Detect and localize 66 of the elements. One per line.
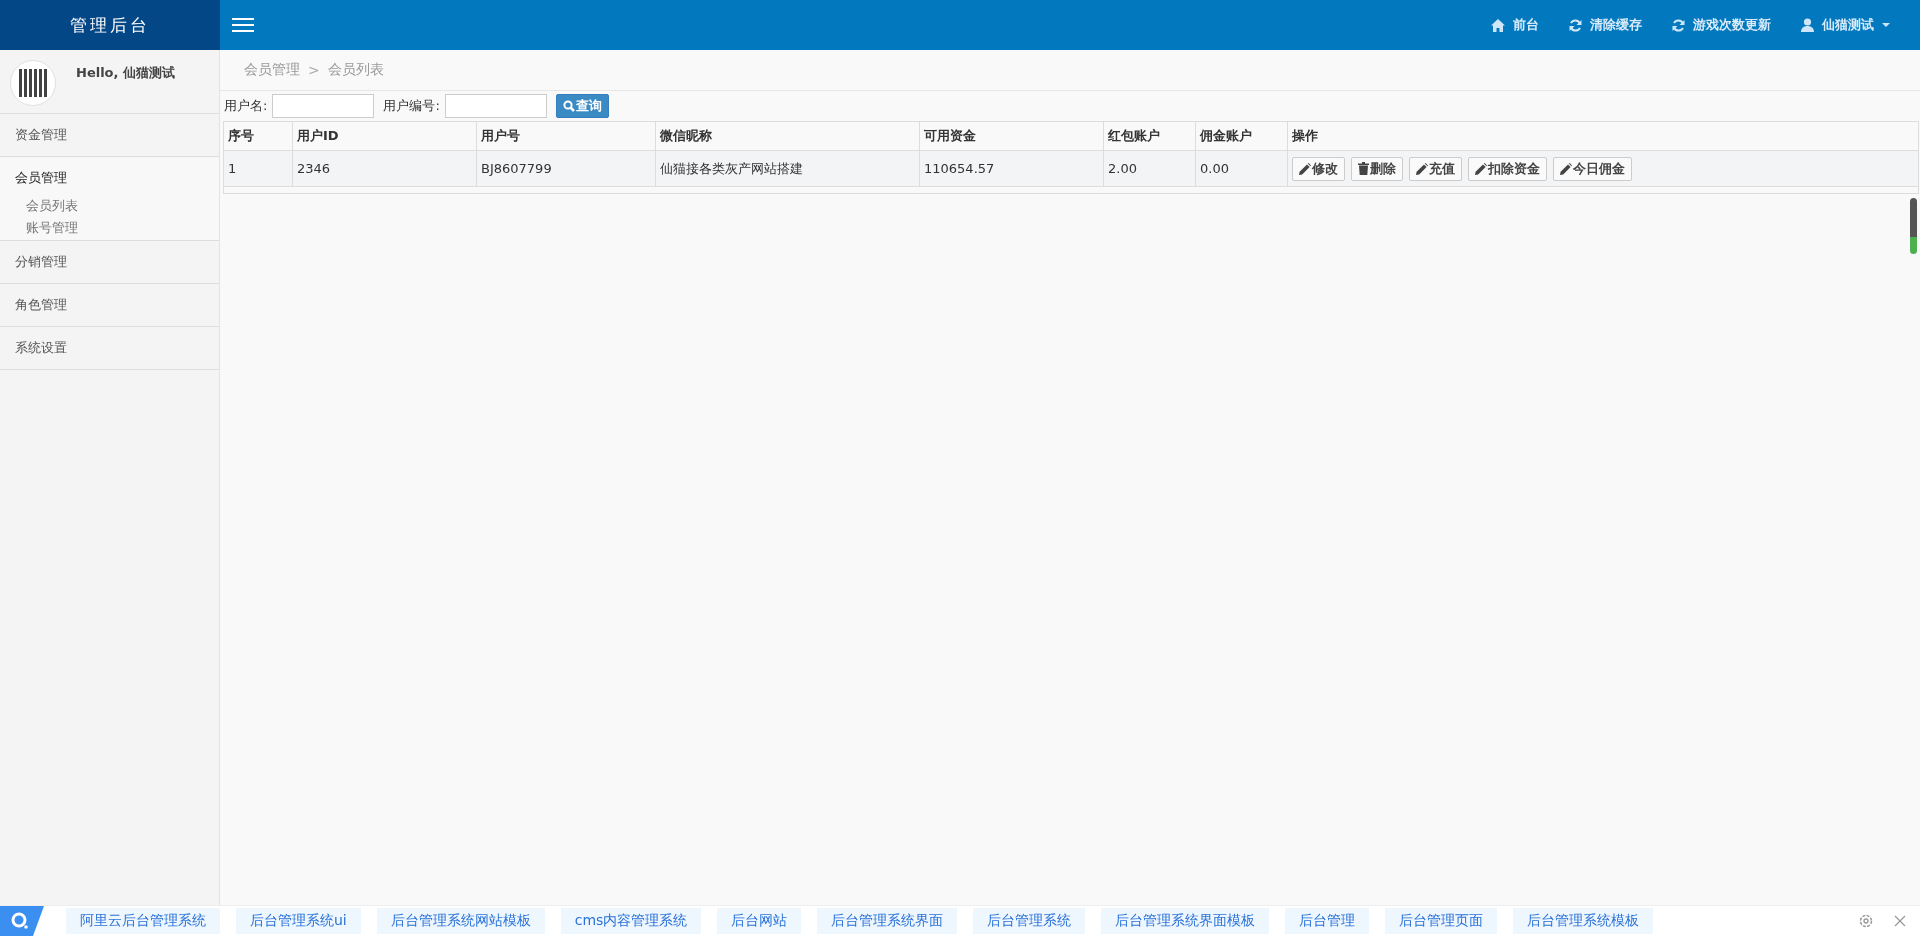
user-icon — [1801, 18, 1814, 32]
top-nav-link[interactable]: 游戏次数更新 — [1672, 16, 1771, 34]
breadcrumb-link[interactable]: 会员管理 — [244, 61, 300, 79]
suggestion-tag[interactable]: 后台管理 — [1285, 908, 1370, 934]
table-cell: 2.00 — [1103, 150, 1196, 187]
sidebar-item[interactable]: 会员管理 — [0, 157, 219, 195]
column-header: 微信昵称 — [655, 121, 920, 151]
suggestion-tag[interactable]: 后台管理系统界面模板 — [1101, 908, 1270, 934]
column-header: 可用资金 — [919, 121, 1104, 151]
suggestion-tag[interactable]: 阿里云后台管理系统 — [66, 908, 220, 934]
top-nav-link[interactable]: 前台 — [1491, 16, 1539, 34]
suggestion-tag[interactable]: 后台管理系统ui — [236, 908, 361, 934]
home-icon — [1491, 18, 1505, 32]
table-cell: 仙猫接各类灰产网站搭建 — [655, 150, 920, 187]
suggestion-tag[interactable]: cms内容管理系统 — [560, 908, 702, 934]
action-button[interactable]: 今日佣金 — [1553, 156, 1632, 181]
search-icon — [562, 100, 575, 112]
pencil-icon — [1560, 162, 1572, 175]
table-cell: 2346 — [292, 150, 477, 187]
suggestion-tag[interactable]: 后台管理系统网站模板 — [376, 908, 545, 934]
breadcrumb-separator: > — [308, 62, 320, 78]
close-icon[interactable] — [1894, 915, 1906, 927]
top-nav-link[interactable]: 清除缓存 — [1569, 16, 1642, 34]
column-header: 佣金账户 — [1195, 121, 1288, 151]
breadcrumb-link[interactable]: 会员列表 — [327, 61, 384, 79]
column-header: 序号 — [223, 121, 293, 151]
table-cell: 1 — [223, 150, 293, 187]
filter-label: 用户名: — [224, 97, 268, 115]
table-cell: BJ8607799 — [476, 150, 656, 187]
action-button[interactable]: 扣除资金 — [1468, 156, 1547, 181]
table-cell: 0.00 — [1195, 150, 1288, 187]
pencil-icon — [1416, 162, 1428, 175]
suggestion-tag[interactable]: 后台管理系统界面 — [817, 908, 958, 934]
suggestion-tag[interactable]: 后台网站 — [717, 908, 802, 934]
trash-icon — [1358, 162, 1369, 175]
column-header: 操作 — [1287, 121, 1919, 151]
column-header: 用户ID — [292, 121, 477, 151]
caret-icon — [1882, 23, 1890, 27]
greeting: Hello, 仙猫测试 — [76, 64, 175, 82]
suggestion-tag[interactable]: 后台管理页面 — [1385, 908, 1498, 934]
action-button[interactable]: 删除 — [1351, 156, 1403, 181]
refresh-icon — [1672, 18, 1685, 32]
action-button[interactable]: 修改 — [1292, 156, 1345, 181]
top-nav-link[interactable]: 仙猫测试 — [1801, 16, 1890, 34]
sidebar-subitem[interactable]: 会员列表 — [0, 195, 219, 217]
column-header: 红包账户 — [1103, 121, 1196, 151]
table-cell: 110654.57 — [919, 150, 1104, 187]
column-header: 用户号 — [476, 121, 656, 151]
action-button[interactable]: 充值 — [1409, 156, 1462, 181]
brand-title: 管理后台 — [70, 13, 150, 37]
sidebar-item[interactable]: 系统设置 — [0, 327, 219, 369]
suggestion-tag[interactable]: 后台管理系统模板 — [1513, 908, 1654, 934]
suggestion-tag[interactable]: 后台管理系统 — [973, 908, 1086, 934]
sidebar-item[interactable]: 角色管理 — [0, 284, 219, 326]
input-field[interactable] — [272, 94, 375, 118]
input-field[interactable] — [444, 94, 547, 118]
filter-label: 用户编号: — [383, 97, 440, 115]
settings-icon[interactable] — [1858, 913, 1874, 929]
pencil-icon — [1475, 162, 1487, 175]
sidebar-subitem[interactable]: 账号管理 — [0, 217, 219, 240]
refresh-icon — [1569, 18, 1582, 32]
scrollbar-thumb[interactable] — [1910, 198, 1917, 254]
search-button[interactable]: 查询 — [555, 94, 609, 118]
pencil-icon — [1299, 162, 1311, 175]
sidebar-item[interactable]: 分销管理 — [0, 241, 219, 283]
sidebar-item[interactable]: 资金管理 — [0, 114, 219, 156]
